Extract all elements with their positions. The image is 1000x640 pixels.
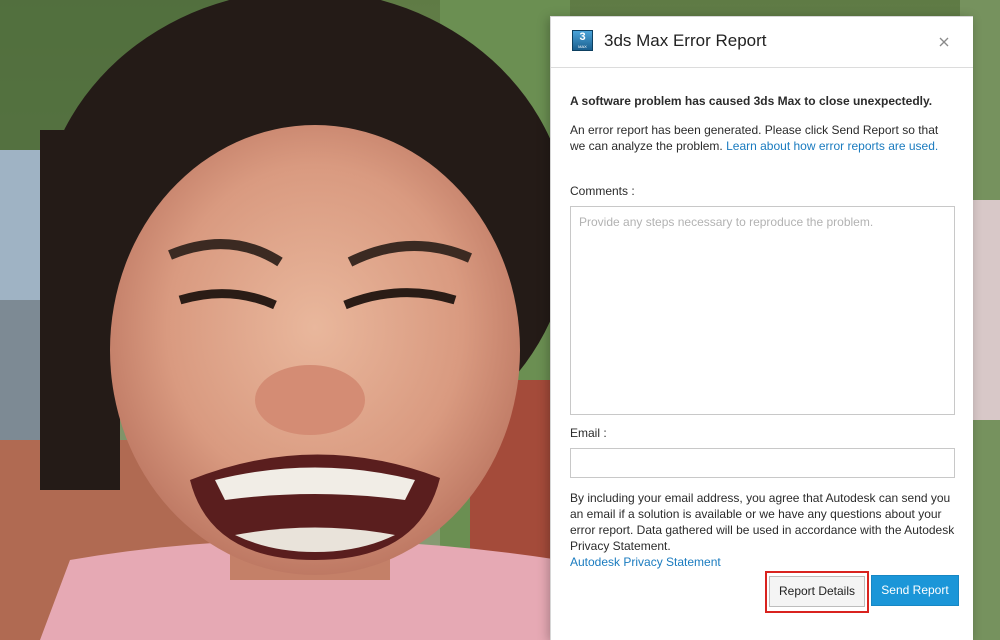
3ds-max-app-icon: 3 MAX (572, 30, 593, 51)
screen: 3 MAX 3ds Max Error Report A software pr… (0, 0, 1000, 640)
error-description: An error report has been generated. Plea… (570, 122, 955, 154)
comments-label: Comments : (570, 184, 635, 198)
learn-more-link[interactable]: Learn about how error reports are used. (726, 139, 938, 153)
close-button[interactable] (933, 31, 955, 53)
dialog-title: 3ds Max Error Report (604, 31, 767, 50)
error-report-dialog: 3 MAX 3ds Max Error Report A software pr… (550, 16, 973, 640)
close-icon (939, 37, 949, 47)
send-report-button[interactable]: Send Report (871, 575, 959, 606)
app-icon-number: 3 (579, 31, 586, 43)
privacy-statement-link[interactable]: Autodesk Privacy Statement (570, 554, 721, 570)
app-icon-label: MAX (578, 44, 587, 49)
report-details-button[interactable]: Report Details (769, 576, 865, 607)
comments-textarea[interactable] (570, 206, 955, 415)
consent-text: By including your email address, you agr… (570, 491, 955, 553)
email-label: Email : (570, 426, 607, 440)
email-input[interactable] (570, 448, 955, 478)
dialog-titlebar: 3 MAX 3ds Max Error Report (551, 17, 973, 68)
error-headline: A software problem has caused 3ds Max to… (570, 94, 933, 108)
